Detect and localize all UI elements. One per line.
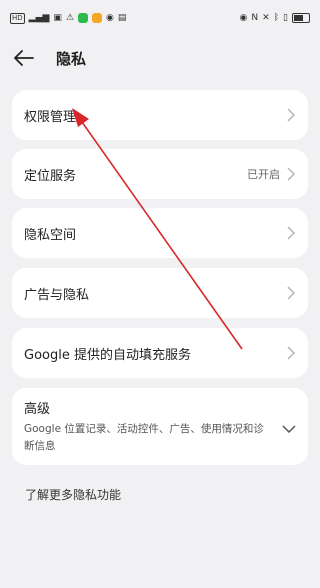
hd-signal-icon: HD bbox=[10, 12, 25, 24]
menu-item-label: 定位服务 bbox=[24, 168, 77, 184]
chevron-right-icon bbox=[287, 167, 296, 181]
wechat-icon bbox=[78, 13, 89, 23]
header: 隐私 bbox=[0, 40, 320, 76]
advanced-title: 高级 bbox=[24, 402, 51, 417]
chevron-right-icon bbox=[287, 108, 296, 122]
shield-icon: ◉ bbox=[106, 13, 114, 23]
battery-icon bbox=[292, 13, 310, 23]
menu-item-advanced[interactable]: 高级 Google 位置记录、活动控件、广告、使用情况和诊断信息 bbox=[12, 388, 308, 465]
chevron-down-icon bbox=[282, 425, 296, 434]
menu-item-ads-privacy[interactable]: 广告与隐私 bbox=[12, 268, 308, 318]
menu-item-label: 广告与隐私 bbox=[24, 287, 90, 303]
nfc-icon: N bbox=[251, 13, 259, 23]
photo-icon: ▣ bbox=[53, 13, 62, 23]
mute-icon: ✕ bbox=[262, 13, 270, 23]
menu-item-label: 权限管理 bbox=[24, 109, 77, 125]
menu-item-location[interactable]: 定位服务 已开启 bbox=[12, 149, 308, 199]
chevron-right-icon bbox=[287, 286, 296, 300]
alert-icon: ⚠ bbox=[65, 13, 75, 23]
chevron-right-icon bbox=[287, 226, 296, 240]
learn-more-link[interactable]: 了解更多隐私功能 bbox=[25, 486, 121, 503]
menu-item-google-autofill[interactable]: Google 提供的自动填充服务 bbox=[12, 328, 308, 378]
eye-icon: ◉ bbox=[239, 13, 248, 23]
menu-item-label: Google 提供的自动填充服务 bbox=[24, 347, 191, 363]
menu-item-permissions[interactable]: 权限管理 bbox=[12, 90, 308, 140]
status-bar: HD ▂▄▆ ▣ ⚠ ◉ ▤ ◉ N ✕ ᛒ ▯ bbox=[0, 0, 320, 36]
notification-icon: ▤ bbox=[117, 13, 127, 23]
advanced-subtitle: Google 位置记录、活动控件、广告、使用情况和诊断信息 bbox=[24, 423, 264, 452]
menu-item-label: 隐私空间 bbox=[24, 227, 77, 243]
status-text: 已开启 bbox=[247, 168, 280, 181]
chevron-right-icon bbox=[287, 346, 296, 360]
page-title: 隐私 bbox=[56, 49, 87, 68]
signal-icon: ▂▄▆ bbox=[28, 13, 50, 23]
menu-item-private-space[interactable]: 隐私空间 bbox=[12, 208, 308, 258]
bluetooth-icon: ᛒ bbox=[273, 13, 280, 23]
app-notification-icon bbox=[92, 13, 103, 23]
back-arrow-icon[interactable] bbox=[14, 40, 54, 76]
vibrate-icon: ▯ bbox=[283, 13, 288, 23]
